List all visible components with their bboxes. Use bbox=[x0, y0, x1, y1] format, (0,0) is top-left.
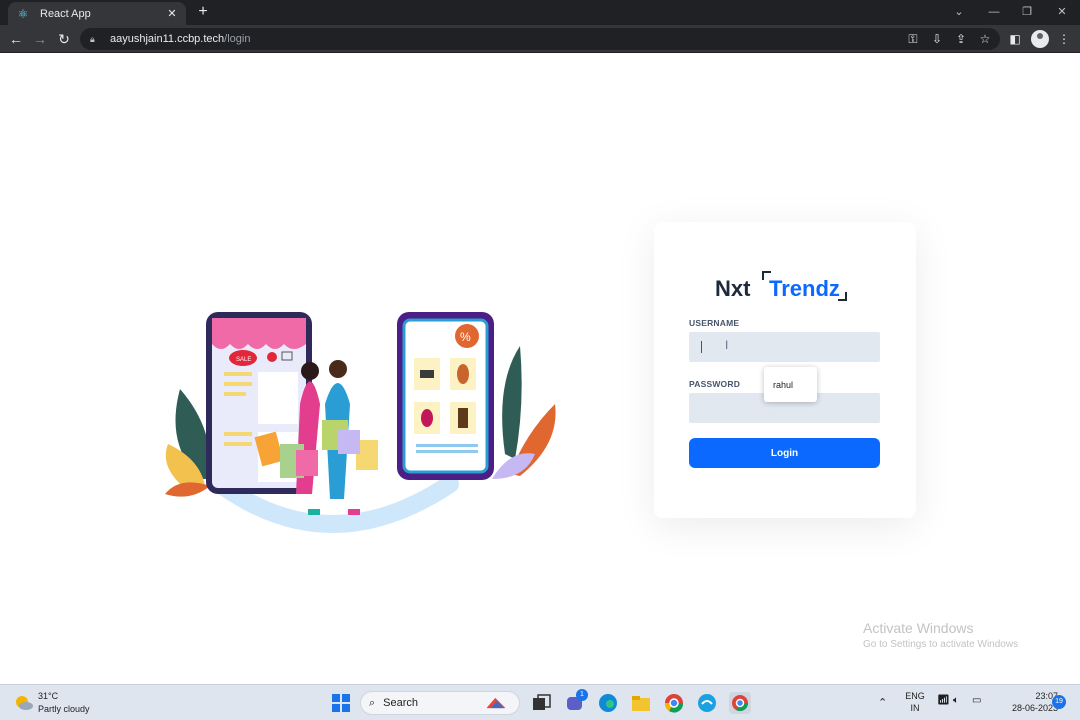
logo-text-nxt: Nxt bbox=[715, 276, 751, 301]
svg-text:%: % bbox=[460, 330, 471, 344]
minimize-icon[interactable]: — bbox=[984, 3, 1004, 21]
address-bar[interactable]: 🔒︎ aayushjain11.ccbp.tech /login bbox=[80, 28, 1000, 50]
language-top[interactable]: ENG bbox=[902, 691, 928, 701]
battery-icon[interactable]: ▭ bbox=[972, 695, 981, 706]
notification-count-badge[interactable]: 19 bbox=[1052, 695, 1066, 709]
login-page: SALE % Nxt Trendz USERNAME I PASSWORD Lo… bbox=[0, 54, 1080, 684]
password-label: PASSWORD bbox=[689, 379, 741, 389]
side-panel-icon[interactable]: ◧ bbox=[1006, 30, 1024, 48]
search-highlight-icon bbox=[486, 697, 506, 709]
weather-temp[interactable]: 31°C bbox=[38, 691, 58, 701]
volume-icon[interactable]: 🔈︎ bbox=[953, 695, 959, 706]
username-label: USERNAME bbox=[689, 318, 740, 328]
browser-tab-bar: ⚛ React App ✕ + ⌄ — ❐ ✕ bbox=[0, 0, 1080, 25]
clock-time[interactable]: 23:07 bbox=[1000, 691, 1058, 701]
password-key-icon[interactable]: ⚿ bbox=[904, 30, 922, 48]
activate-windows-title: Activate Windows bbox=[863, 620, 974, 636]
partly-cloudy-icon[interactable] bbox=[14, 694, 34, 712]
tab-search-icon[interactable]: ⌄ bbox=[949, 3, 969, 21]
forward-icon[interactable]: → bbox=[31, 30, 49, 48]
file-explorer-icon[interactable] bbox=[630, 692, 652, 714]
svg-text:SALE: SALE bbox=[236, 357, 251, 363]
username-input[interactable] bbox=[689, 332, 880, 362]
new-tab-button[interactable]: + bbox=[194, 3, 212, 21]
weather-desc[interactable]: Partly cloudy bbox=[38, 704, 90, 714]
activate-windows-subtitle: Go to Settings to activate Windows bbox=[863, 639, 1019, 650]
clock-date[interactable]: 28-06-2023 bbox=[990, 703, 1058, 713]
teams-badge: 1 bbox=[576, 689, 588, 701]
chrome-menu-icon[interactable]: ⋮ bbox=[1055, 30, 1073, 48]
share-icon[interactable]: ⇪ bbox=[952, 30, 970, 48]
windows-start-icon[interactable] bbox=[330, 692, 352, 714]
task-view-icon[interactable] bbox=[530, 692, 552, 714]
wifi-icon[interactable]: 📶︎ bbox=[937, 695, 950, 706]
windows-taskbar: 31°C Partly cloudy ⌕ Search 1 ⌃ ENG IN 📶… bbox=[0, 684, 1080, 720]
react-favicon-icon: ⚛ bbox=[17, 6, 29, 21]
ibeam-cursor-icon: I bbox=[725, 338, 729, 352]
browser-tab[interactable]: ⚛ React App ✕ bbox=[8, 2, 186, 25]
back-icon[interactable]: ← bbox=[7, 30, 25, 48]
nxt-trendz-logo: Nxt Trendz bbox=[715, 271, 847, 301]
search-placeholder: Search bbox=[383, 697, 419, 709]
vscode-icon[interactable] bbox=[696, 692, 718, 714]
install-app-icon[interactable]: ⇩ bbox=[928, 30, 946, 48]
profile-avatar-icon[interactable] bbox=[1031, 30, 1049, 48]
text-caret bbox=[701, 341, 702, 353]
autofill-suggestion[interactable]: rahul bbox=[764, 367, 817, 402]
tab-title: React App bbox=[40, 7, 91, 20]
chrome-icon[interactable] bbox=[663, 692, 685, 714]
show-hidden-icons-icon[interactable]: ⌃ bbox=[878, 696, 887, 709]
url-path: /login bbox=[224, 33, 251, 45]
shopping-illustration: SALE % bbox=[165, 312, 556, 533]
language-bottom[interactable]: IN bbox=[902, 703, 928, 713]
login-button[interactable]: Login bbox=[689, 438, 880, 468]
logo-text-trendz: Trendz bbox=[769, 276, 840, 301]
tab-close-icon[interactable]: ✕ bbox=[164, 6, 180, 22]
search-icon: ⌕ bbox=[369, 696, 376, 709]
edge-browser-icon[interactable] bbox=[597, 692, 619, 714]
chrome-active-icon[interactable] bbox=[729, 692, 751, 714]
window-close-icon[interactable]: ✕ bbox=[1052, 3, 1072, 21]
url-host: aayushjain11.ccbp.tech bbox=[110, 33, 225, 45]
bookmark-star-icon[interactable]: ☆ bbox=[976, 30, 994, 48]
browser-toolbar: ← → ↻ 🔒︎ aayushjain11.ccbp.tech /login ⚿… bbox=[0, 25, 1080, 53]
maximize-icon[interactable]: ❐ bbox=[1017, 3, 1037, 21]
reload-icon[interactable]: ↻ bbox=[55, 30, 73, 48]
lock-icon[interactable]: 🔒︎ bbox=[90, 34, 102, 45]
